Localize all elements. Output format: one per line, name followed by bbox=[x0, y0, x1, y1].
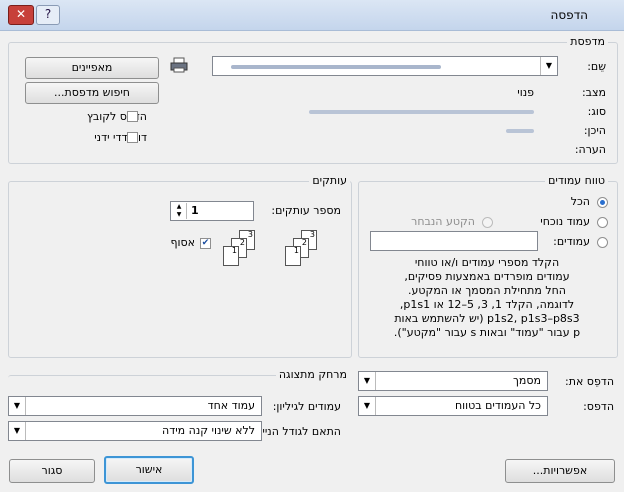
status-value: פנוי bbox=[517, 86, 534, 99]
pages-per-sheet-value: עמוד אחד bbox=[207, 399, 255, 412]
current-page-label: עמוד נוכחי bbox=[540, 215, 590, 228]
title-bar: הדפסה ? ✕ bbox=[0, 0, 624, 31]
selection-label: הקטע הנבחר bbox=[411, 215, 475, 228]
printer-name-label: שֵם: bbox=[587, 60, 606, 73]
chevron-down-icon: ▼ bbox=[9, 422, 26, 440]
printer-name-value bbox=[231, 65, 441, 69]
print-to-file-checkbox[interactable] bbox=[127, 111, 138, 122]
chevron-down-icon: ▼ bbox=[540, 57, 557, 75]
current-page-radio[interactable] bbox=[597, 217, 608, 228]
scale-value: ללא שינוי קנה מידה bbox=[162, 424, 255, 437]
properties-button[interactable]: מאפיינים bbox=[25, 57, 159, 79]
where-label: היכן: bbox=[583, 124, 606, 137]
print-what-value: מסמך bbox=[513, 374, 541, 387]
comment-label: הערה: bbox=[574, 143, 606, 156]
page-range-group-label: טווח עמודים bbox=[545, 174, 608, 187]
help-button[interactable]: ? bbox=[36, 5, 60, 25]
collate-checkbox[interactable]: ✔ bbox=[200, 238, 211, 249]
all-pages-radio[interactable] bbox=[597, 197, 608, 208]
find-printer-button[interactable]: חיפוש מדפסת... bbox=[25, 82, 159, 104]
page-range-help-line: החל מתחילת המסמך או המקטע. bbox=[408, 284, 566, 297]
collate-label: אסוף bbox=[170, 236, 195, 249]
pages-label: עמודים: bbox=[553, 235, 590, 248]
status-label: מצב: bbox=[581, 86, 606, 99]
scale-label: התאם לגודל הנייר: bbox=[252, 425, 341, 438]
where-value bbox=[506, 129, 534, 133]
printer-icon bbox=[170, 57, 188, 73]
close-button[interactable]: סגור bbox=[9, 459, 95, 483]
print-what-select[interactable]: ▼ מסמך bbox=[358, 371, 548, 391]
page-range-help-line: p עבור "עמוד" ובאות s עבור "מקטע"). bbox=[393, 326, 581, 339]
window-title: הדפסה bbox=[550, 8, 588, 22]
chevron-down-icon: ▼ bbox=[9, 397, 26, 415]
type-label: סוג: bbox=[587, 105, 606, 118]
copies-count-label: מספר עותקים: bbox=[271, 204, 341, 217]
all-pages-label: הכל bbox=[570, 195, 590, 208]
ok-button[interactable]: אישור bbox=[104, 456, 194, 484]
manual-duplex-checkbox[interactable] bbox=[127, 132, 138, 143]
print-what-label: הדפֵס את: bbox=[565, 375, 614, 388]
page-1: 1 bbox=[223, 246, 239, 266]
selection-radio[interactable] bbox=[482, 217, 493, 228]
chevron-down-icon: ▼ bbox=[359, 372, 376, 390]
print-value: כל העמודים בטווח bbox=[454, 399, 541, 412]
close-window-button[interactable]: ✕ bbox=[8, 5, 34, 25]
pages-per-sheet-select[interactable]: ▼ עמוד אחד bbox=[8, 396, 262, 416]
page-range-help-line: לדוגמה, הקלד 1, 3, 5–12 או p1s1, bbox=[399, 298, 575, 311]
print-label: הדפס: bbox=[583, 400, 614, 413]
page-range-help-line: p1s2, p1s3–p8s3 (יש להשתמש באות bbox=[394, 312, 580, 325]
type-value bbox=[309, 110, 534, 114]
page-range-help-line: עמודים מופרדים באמצעות פסיקים, bbox=[404, 270, 570, 283]
scale-select[interactable]: ▼ ללא שינוי קנה מידה bbox=[8, 421, 262, 441]
page-range-help-line: הקלד מספרי עמודים ו/או טווחי bbox=[414, 256, 560, 269]
options-button[interactable]: אפשרויות... bbox=[505, 459, 615, 483]
page-1: 1 bbox=[285, 246, 301, 266]
pages-per-sheet-label: עמודים לגיליון: bbox=[272, 400, 341, 413]
zoom-group-label: מרחק מתצוגה bbox=[275, 368, 350, 381]
print-select[interactable]: ▼ כל העמודים בטווח bbox=[358, 396, 548, 416]
manual-duplex-label: דו-צדדי ידני bbox=[94, 131, 147, 144]
copies-count-value: 1 bbox=[191, 204, 199, 217]
copies-count-input[interactable]: 1 ▲ ▼ bbox=[170, 201, 254, 221]
collate-pages-icon-2: 3 2 1 bbox=[283, 230, 323, 270]
chevron-down-icon: ▼ bbox=[359, 397, 376, 415]
collate-pages-icon: 3 2 1 bbox=[221, 230, 261, 270]
spinner-icon[interactable]: ▲ ▼ bbox=[172, 203, 187, 219]
copies-group-label: עותקים bbox=[309, 174, 350, 187]
printer-group-label: מדפסת bbox=[567, 35, 608, 48]
printer-name-select[interactable]: ▼ bbox=[212, 56, 558, 76]
pages-radio[interactable] bbox=[597, 237, 608, 248]
page-range-help: הקלד מספרי עמודים ו/או טווחי עמודים מופר… bbox=[366, 256, 608, 340]
pages-input[interactable] bbox=[370, 231, 538, 251]
